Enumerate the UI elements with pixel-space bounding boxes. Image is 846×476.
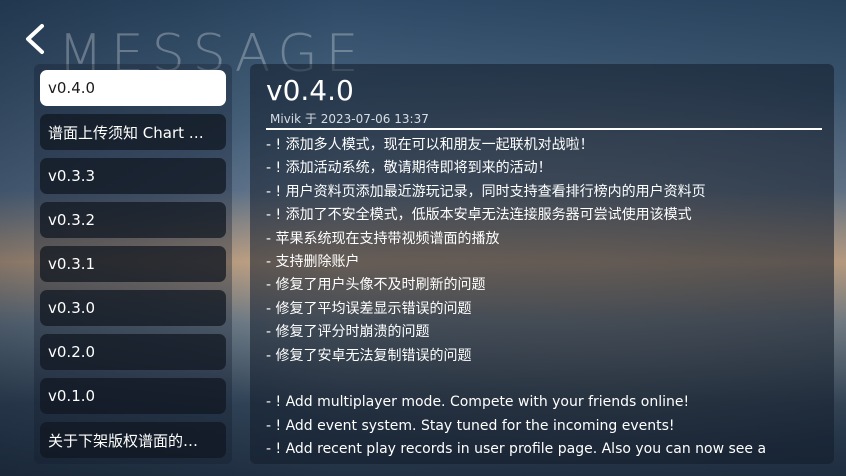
sidebar-item-v0-3-1[interactable]: v0.3.1: [40, 246, 226, 282]
sidebar-item-label: v0.1.0: [48, 387, 96, 405]
sidebar-item-copyright-takedown[interactable]: 关于下架版权谱面的…: [40, 422, 226, 458]
sidebar-item-label: v0.4.0: [48, 79, 96, 97]
sidebar-item-v0-3-2[interactable]: v0.3.2: [40, 202, 226, 238]
sidebar-item-v0-3-0[interactable]: v0.3.0: [40, 290, 226, 326]
sidebar-item-label: v0.2.0: [48, 343, 96, 361]
message-line: - ! 用户资料页添加最近游玩记录，同时支持查看排行榜内的用户资料页: [266, 183, 706, 200]
sidebar-item-label: v0.3.3: [48, 167, 96, 185]
message-line: - 苹果系统现在支持带视频谱面的播放: [266, 230, 500, 247]
message-line: - ! 添加了不安全模式，低版本安卓无法连接服务器可尝试使用该模式: [266, 207, 692, 224]
message-line: - ! Add recent play records in user prof…: [266, 441, 767, 458]
message-title: v0.4.0: [266, 74, 354, 107]
message-line: - 修复了安卓无法复制错误的问题: [266, 347, 472, 364]
message-content-panel[interactable]: v0.4.0 Mivik 于 2023-07-06 13:37 - ! 添加多人…: [250, 64, 834, 464]
message-line: - 修复了用户头像不及时刷新的问题: [266, 277, 486, 294]
message-line: - 修复了评分时崩溃的问题: [266, 324, 430, 341]
sidebar-item-label: v0.3.2: [48, 211, 96, 229]
sidebar-item-v0-3-3[interactable]: v0.3.3: [40, 158, 226, 194]
message-line: - 支持删除账户: [266, 253, 360, 270]
message-author-date: Mivik 于 2023-07-06 13:37: [270, 112, 429, 126]
sidebar-item-v0-1-0[interactable]: v0.1.0: [40, 378, 226, 414]
sidebar-item-label: v0.3.0: [48, 299, 96, 317]
message-line: - ! 添加活动系统，敬请期待即将到来的活动！: [266, 160, 552, 177]
sidebar-item-chart-upload-notice[interactable]: 谱面上传须知 Chart …: [40, 114, 226, 150]
sidebar-item-label: 谱面上传须知 Chart …: [48, 123, 204, 142]
chevron-left-icon: [26, 24, 44, 54]
message-line: - ! Add event system. Stay tuned for the…: [266, 417, 675, 434]
back-button[interactable]: [22, 22, 52, 56]
message-list-sidebar[interactable]: v0.4.0 谱面上传须知 Chart … v0.3.3 v0.3.2 v0.3…: [34, 64, 232, 464]
message-body: - ! 添加多人模式，现在可以和朋友一起联机对战啦！ - ! 添加活动系统，敬请…: [266, 134, 826, 461]
message-line: - ! Add multiplayer mode. Compete with y…: [266, 394, 690, 411]
sidebar-item-v0-4-0[interactable]: v0.4.0: [40, 70, 226, 106]
sidebar-item-v0-2-0[interactable]: v0.2.0: [40, 334, 226, 370]
title-divider: [266, 128, 822, 130]
message-line: - 修复了平均误差显示错误的问题: [266, 300, 472, 317]
sidebar-item-label: v0.3.1: [48, 255, 96, 273]
message-line: - ! 添加多人模式，现在可以和朋友一起联机对战啦！: [266, 137, 594, 153]
sidebar-item-label: 关于下架版权谱面的…: [48, 431, 199, 450]
message-line: [266, 368, 826, 391]
